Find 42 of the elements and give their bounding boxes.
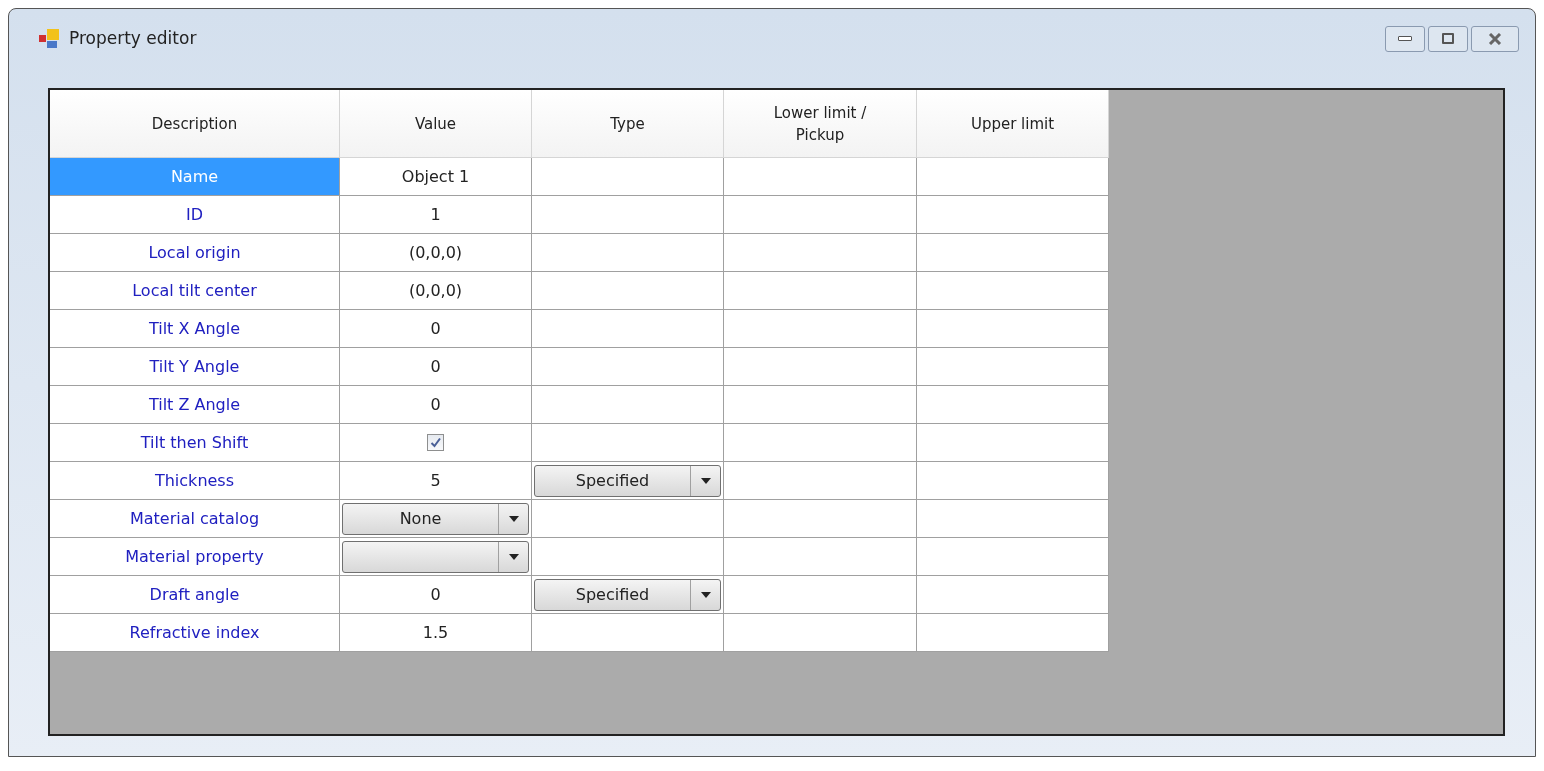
- maximize-button[interactable]: [1428, 25, 1468, 52]
- column-header[interactable]: Value: [340, 90, 532, 158]
- app-icon: [39, 28, 61, 49]
- close-button[interactable]: [1471, 25, 1519, 52]
- column-header[interactable]: Description: [50, 90, 340, 158]
- column-header[interactable]: Type: [532, 90, 724, 158]
- check-icon: [430, 437, 441, 448]
- close-icon: [1488, 32, 1502, 45]
- caret-icon: [700, 477, 711, 484]
- property-name-cell[interactable]: Tilt X Angle: [50, 310, 340, 348]
- value-text: 1.5: [422, 621, 449, 644]
- value-text: (0,0,0): [408, 241, 463, 264]
- checkbox[interactable]: [427, 434, 444, 451]
- window-title: Property editor: [69, 26, 197, 50]
- property-name-cell[interactable]: Material property: [50, 538, 340, 576]
- caret-icon: [508, 553, 519, 560]
- dropdown[interactable]: Specified: [534, 464, 721, 497]
- caret-icon: [700, 591, 711, 598]
- property-name-cell[interactable]: Tilt then Shift: [50, 424, 340, 462]
- value-text: 0: [430, 393, 441, 416]
- property-name-cell[interactable]: Tilt Y Angle: [50, 348, 340, 386]
- property-name-cell[interactable]: Thickness: [50, 462, 340, 500]
- dropdown[interactable]: None: [342, 502, 529, 535]
- value-text: 5: [430, 469, 441, 492]
- column-header[interactable]: Upper limit: [917, 90, 1109, 158]
- column-header[interactable]: Lower limit / Pickup: [724, 90, 917, 158]
- value-text: 1: [430, 203, 441, 226]
- value-text: (0,0,0): [408, 279, 463, 302]
- property-name-cell[interactable]: Refractive index: [50, 614, 340, 652]
- property-name-cell[interactable]: Local tilt center: [50, 272, 340, 310]
- caret-icon: [508, 515, 519, 522]
- dropdown[interactable]: Specified: [534, 578, 721, 611]
- property-name-cell[interactable]: Local origin: [50, 234, 340, 272]
- value-text: 0: [430, 317, 441, 340]
- property-name-cell[interactable]: Material catalog: [50, 500, 340, 538]
- property-name-cell[interactable]: Tilt Z Angle: [50, 386, 340, 424]
- value-text: 0: [430, 355, 441, 378]
- property-name-cell[interactable]: ID: [50, 196, 340, 234]
- minimize-button[interactable]: [1385, 25, 1425, 52]
- property-name-cell[interactable]: Draft angle: [50, 576, 340, 614]
- value-text: 0: [430, 583, 441, 606]
- value-text: Object 1: [401, 165, 470, 188]
